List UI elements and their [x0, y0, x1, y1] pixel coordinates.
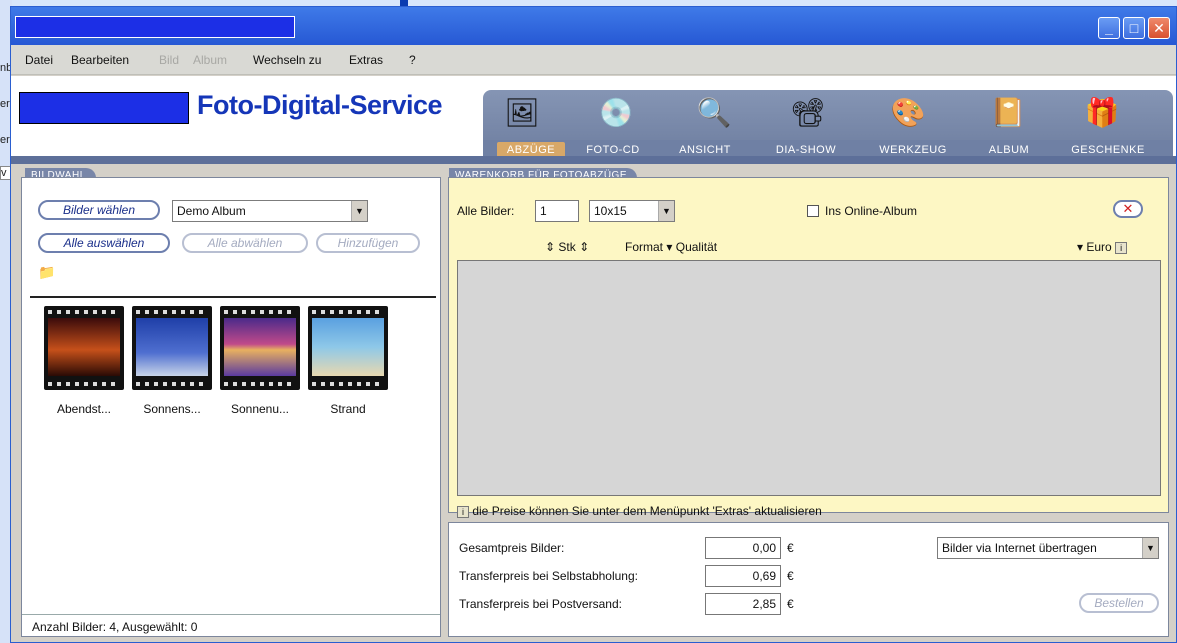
- view-icon[interactable]: 🔍: [689, 94, 739, 132]
- image-selection-panel: Bilder wählen Demo Album ▼ Alle auswähle…: [21, 177, 441, 637]
- beach-umbrella-image: [136, 318, 208, 376]
- col-euro-label: Euro: [1086, 240, 1112, 254]
- film-perforation: [136, 382, 208, 386]
- maximize-button[interactable]: □: [1123, 17, 1145, 39]
- deselect-all-button[interactable]: Alle abwählen: [182, 233, 308, 253]
- app-window: _ □ ✕ Datei Bearbeiten Bild Album Wechse…: [10, 6, 1177, 643]
- film-perforation: [48, 310, 120, 314]
- all-images-label: Alle Bilder:: [457, 204, 515, 218]
- online-album-checkbox[interactable]: [807, 205, 819, 217]
- format-select-value: 10x15: [594, 204, 627, 218]
- film-perforation: [312, 382, 384, 386]
- film-perforation: [224, 382, 296, 386]
- cart-panel: Alle Bilder: 1 10x15 ▼ Ins Online-Album …: [448, 177, 1169, 518]
- title-bar: _ □ ✕: [11, 7, 1176, 45]
- menu-help[interactable]: ?: [409, 53, 416, 67]
- sort-icon[interactable]: ⇕: [545, 240, 555, 254]
- pickup-price-label: Transferpreis bei Selbstabholung:: [459, 569, 638, 583]
- folder-icon[interactable]: 📁: [38, 264, 55, 281]
- info-icon[interactable]: i: [1115, 242, 1128, 254]
- menu-bild[interactable]: Bild: [159, 53, 179, 67]
- col-quality-label: Qualität: [675, 240, 718, 254]
- menu-bar: Datei Bearbeiten Bild Album Wechseln zu …: [11, 45, 1176, 75]
- thumbnail-label: Strand: [330, 402, 366, 416]
- currency-label: €: [787, 569, 794, 583]
- thumbnail-4[interactable]: [308, 306, 388, 390]
- film-perforation: [224, 310, 296, 314]
- header-bottom-bar: [11, 156, 1176, 164]
- thumbnail-label: Sonnenu...: [230, 402, 290, 416]
- logo-redacted: [19, 92, 189, 124]
- price-info: i die Preise können Sie unter dem Menüpu…: [457, 504, 822, 518]
- total-price-field: 0,00: [705, 537, 781, 559]
- chevron-down-icon[interactable]: ▼: [1142, 538, 1158, 558]
- sea-sunset-image: [224, 318, 296, 376]
- menu-bearbeiten[interactable]: Bearbeiten: [71, 53, 129, 67]
- thumbnail-2[interactable]: [132, 306, 212, 390]
- cd-icon[interactable]: 💿: [591, 94, 641, 132]
- col-euro: ▾ Euro i: [1077, 240, 1128, 254]
- total-price-label: Gesamtpreis Bilder:: [459, 541, 565, 555]
- sort-down-icon[interactable]: ▾: [666, 240, 672, 254]
- sort-icon[interactable]: ⇕: [579, 240, 589, 254]
- prints-icon[interactable]: 🖼: [497, 94, 547, 132]
- thumbnail-divider: [30, 296, 436, 298]
- thumbnail-1[interactable]: [44, 306, 124, 390]
- order-summary: Gesamtpreis Bilder: 0,00 € Transferpreis…: [448, 522, 1169, 637]
- tools-icon[interactable]: 🎨: [883, 94, 933, 132]
- col-format: Format ▾ Qualität: [625, 240, 717, 254]
- film-perforation: [312, 310, 384, 314]
- col-format-label: Format: [625, 240, 664, 254]
- gift-icon[interactable]: 🎁: [1077, 94, 1127, 132]
- add-button[interactable]: Hinzufügen: [316, 233, 420, 253]
- album-select-value: Demo Album: [177, 204, 246, 218]
- minimize-button[interactable]: _: [1098, 17, 1120, 39]
- pickup-price-field: 0,69: [705, 565, 781, 587]
- order-button[interactable]: Bestellen: [1079, 593, 1159, 613]
- menu-album[interactable]: Album: [193, 53, 227, 67]
- transfer-method-value: Bilder via Internet übertragen: [942, 541, 1097, 555]
- mail-price-field: 2,85: [705, 593, 781, 615]
- slideshow-icon[interactable]: 📽: [783, 94, 833, 132]
- col-stk: ⇕ Stk ⇕: [545, 240, 589, 254]
- currency-label: €: [787, 597, 794, 611]
- menu-wechseln-zu[interactable]: Wechseln zu: [253, 53, 321, 67]
- sunset-palms-image: [48, 318, 120, 376]
- quantity-input[interactable]: 1: [535, 200, 579, 222]
- film-perforation: [136, 310, 208, 314]
- format-select[interactable]: 10x15 ▼: [589, 200, 675, 222]
- thumbnail-label: Sonnens...: [143, 402, 201, 416]
- chevron-down-icon[interactable]: ▼: [658, 201, 674, 221]
- album-select[interactable]: Demo Album ▼: [172, 200, 368, 222]
- thumbnail-3[interactable]: [220, 306, 300, 390]
- cart-table[interactable]: [457, 260, 1161, 496]
- chevron-down-icon[interactable]: ▼: [351, 201, 367, 221]
- info-icon: i: [457, 506, 469, 518]
- clear-cart-icon[interactable]: ✕: [1113, 200, 1143, 218]
- window-title-redacted: [15, 16, 295, 38]
- mail-price-label: Transferpreis bei Postversand:: [459, 597, 622, 611]
- menu-datei[interactable]: Datei: [25, 53, 53, 67]
- close-button[interactable]: ✕: [1148, 17, 1170, 39]
- selection-status: Anzahl Bilder: 4, Ausgewählt: 0: [22, 614, 440, 636]
- sort-down-icon[interactable]: ▾: [1077, 240, 1083, 254]
- brand-title: Foto-Digital-Service: [197, 90, 443, 120]
- thumbnail-label: Abendst...: [56, 402, 112, 416]
- beach-woman-image: [312, 318, 384, 376]
- online-album-label: Ins Online-Album: [825, 204, 918, 218]
- album-icon[interactable]: 📔: [983, 94, 1033, 132]
- film-perforation: [48, 382, 120, 386]
- currency-label: €: [787, 541, 794, 555]
- price-info-text: die Preise können Sie unter dem Menüpunk…: [472, 504, 822, 518]
- select-all-button[interactable]: Alle auswählen: [38, 233, 170, 253]
- menu-extras[interactable]: Extras: [349, 53, 383, 67]
- col-stk-label: Stk: [558, 240, 576, 254]
- choose-images-button[interactable]: Bilder wählen: [38, 200, 160, 220]
- transfer-method-select[interactable]: Bilder via Internet übertragen ▼: [937, 537, 1159, 559]
